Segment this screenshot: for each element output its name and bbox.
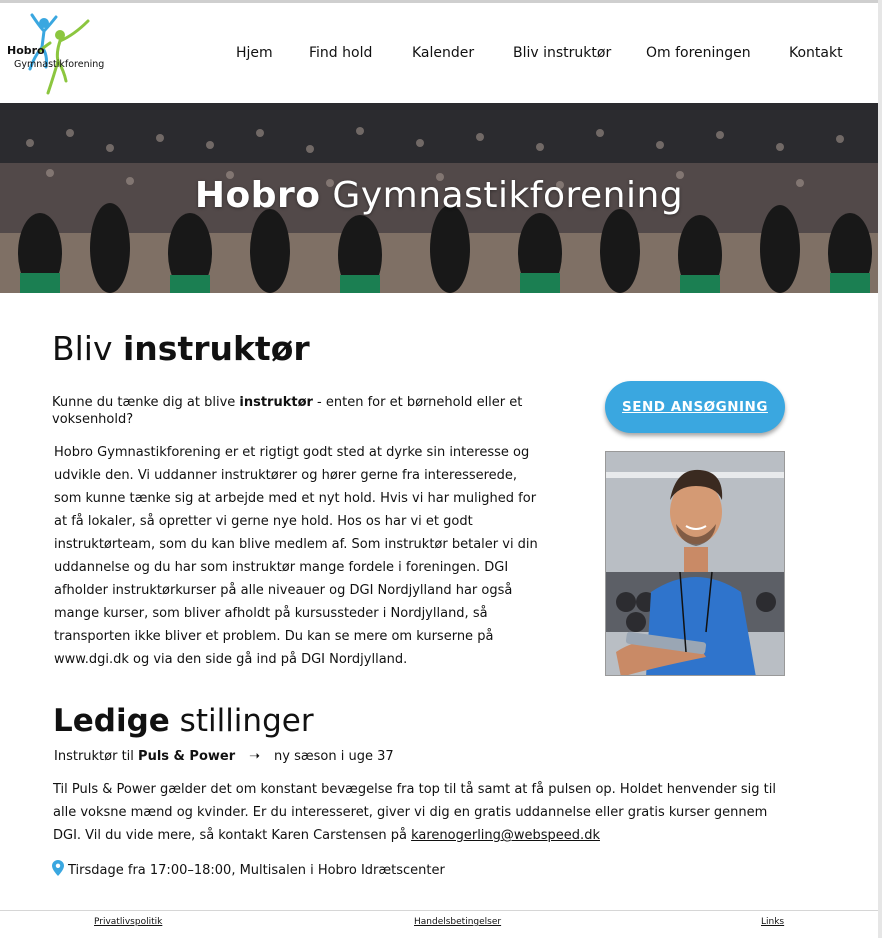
nav-item-kalender[interactable]: Kalender [412,45,474,61]
send-application-button[interactable]: SEND ANSØGNING [605,381,785,433]
job-name: Puls & Power [138,749,236,764]
body-paragraph: Hobro Gymnastikforening er et rigtigt go… [54,445,538,667]
footer-link-terms[interactable]: Handelsbetingelser [414,917,501,927]
contact-email-link[interactable]: karenogerling@webspeed.dk [411,828,600,843]
hero-title-bold: Hobro [194,175,321,216]
nav-item-find-hold[interactable]: Find hold [309,45,372,61]
job-description: Til Puls & Power gælder det om konstant … [53,778,793,847]
page-title: Bliv instruktør [52,329,310,368]
job-title-line: Instruktør til Puls & Power ➝ ny sæson i u… [54,749,394,764]
hero-banner: Hobro Gymnastikforening [0,103,878,293]
scrollbar-edge [878,0,882,938]
nav-item-hjem[interactable]: Hjem [236,45,273,61]
nav-item-bliv-instruktor[interactable]: Bliv instruktør [513,45,611,61]
hero-title-rest: Gymnastikforening [320,175,684,216]
hero-title: Hobro Gymnastikforening [0,175,878,216]
page-title-bold: instruktør [123,329,310,368]
intro-bold: instruktør [239,395,313,410]
intro-pre: Kunne du tænke dig at blive [52,395,240,410]
footer-link-links[interactable]: Links [761,917,784,927]
job-season: ny sæson i uge 37 [274,749,394,764]
site-footer: Privatlivspolitik Handelsbetingelser Lin… [0,910,878,938]
job-location: Tirsdage fra 17:00–18:00, Multisalen i H… [52,860,445,878]
site-header: Hobro Gymnastikforening Hjem Find hold K… [0,3,878,103]
job-location-text: Tirsdage fra 17:00–18:00, Multisalen i H… [68,863,445,878]
intro-text: Kunne du tænke dig at blive instruktør -… [52,394,552,428]
nav-item-om-foreningen[interactable]: Om foreningen [646,45,751,61]
vacancies-heading-bold: Ledige [53,703,170,739]
arrow-right-icon: ➝ [249,749,261,764]
footer-link-privacy[interactable]: Privatlivspolitik [94,917,162,927]
job-prefix: Instruktør til [54,749,139,764]
instructor-photo [605,451,785,676]
map-pin-icon [52,860,64,876]
nav-item-kontakt[interactable]: Kontakt [789,45,843,61]
instructor-image [606,452,784,675]
main-nav: Hjem Find hold Kalender Bliv instruktør … [0,45,878,65]
page-title-normal: Bliv [52,329,123,368]
vacancies-heading: Ledige stillinger [53,703,314,739]
vacancies-heading-rest: stillinger [169,703,314,739]
